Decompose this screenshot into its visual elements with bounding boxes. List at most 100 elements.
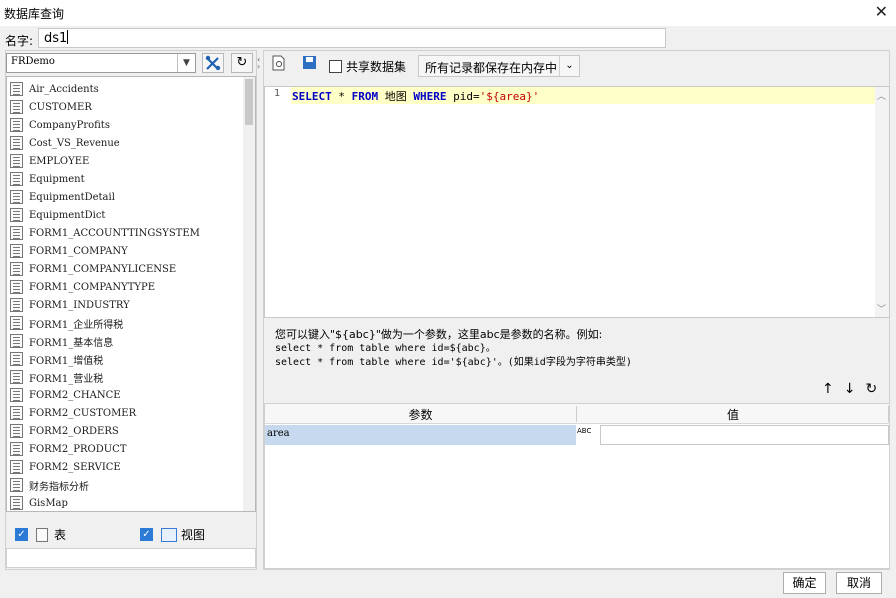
chevron-down-icon[interactable]: ﹀	[877, 302, 886, 315]
param-name-cell[interactable]: area	[265, 425, 576, 445]
refresh-icon[interactable]: ↻	[865, 381, 877, 397]
preview-button[interactable]	[268, 55, 290, 75]
table-icon	[10, 262, 23, 276]
list-item[interactable]: FORM1_INDUSTRY	[10, 296, 244, 314]
sql-editor[interactable]: 1 SELECT * FROM 地图 WHERE pid='${area}' ︿…	[264, 86, 890, 318]
col-param: 参数	[408, 408, 433, 422]
save-button[interactable]	[299, 55, 321, 75]
list-item[interactable]: FORM1_ACCOUNTTINGSYSTEM	[10, 224, 244, 242]
table-name: GisMap	[29, 497, 68, 509]
list-item[interactable]: EquipmentDict	[10, 206, 244, 224]
list-item[interactable]: FORM2_CUSTOMER	[10, 404, 244, 422]
list-item[interactable]: FORM1_营业税	[10, 368, 244, 386]
param-table: 参数 值 area ABC	[264, 403, 890, 569]
list-item[interactable]: CUSTOMER	[10, 98, 244, 116]
hint-line-3: select * from table where id='${abc}'。(如…	[275, 357, 632, 368]
hint-line-1: 您可以键入"${abc}"做为一个参数，这里abc是参数的名称。例如:	[275, 328, 603, 341]
ok-button[interactable]: 确定	[783, 572, 826, 594]
list-item[interactable]: FORM1_COMPANYLICENSE	[10, 260, 244, 278]
view-checkbox[interactable]: ✓	[140, 528, 153, 541]
kw-from: FROM	[351, 90, 379, 103]
arrow-down-icon[interactable]: ↓	[844, 381, 856, 397]
list-item[interactable]: FORM1_企业所得税	[10, 314, 244, 332]
close-icon[interactable]: ✕	[875, 2, 888, 21]
table-name: EquipmentDict	[29, 209, 106, 221]
refresh-icon: ↻	[236, 55, 248, 70]
list-item[interactable]: Equipment	[10, 170, 244, 188]
list-item[interactable]: FORM2_ORDERS	[10, 422, 244, 440]
name-input-value: ds1	[44, 31, 68, 46]
table-icon	[10, 82, 23, 96]
table-name: FORM1_COMPANYLICENSE	[29, 263, 177, 275]
list-item[interactable]: FORM1_COMPANY	[10, 242, 244, 260]
list-item[interactable]: GisMap	[10, 494, 244, 511]
table-icon	[10, 154, 23, 168]
sql-table: 地图	[378, 90, 414, 103]
table-name: FORM1_增值税	[29, 355, 104, 367]
editor-scrollbar[interactable]: ︿ ﹀	[875, 87, 889, 317]
arrow-up-icon[interactable]: ↑	[822, 381, 834, 397]
list-item[interactable]: 财务指标分析	[10, 476, 244, 494]
table-icon	[10, 334, 23, 348]
type-abc-icon[interactable]: ABC	[577, 426, 599, 444]
table-icon	[10, 172, 23, 186]
table-list-scrollbar[interactable]	[243, 77, 255, 511]
share-label: 共享数据集	[346, 59, 407, 74]
chevron-down-icon[interactable]: ⌄	[559, 56, 579, 76]
list-item[interactable]: FORM1_增值税	[10, 350, 244, 368]
param-value-input[interactable]	[600, 425, 889, 445]
list-item[interactable]: Cost_VS_Revenue	[10, 134, 244, 152]
name-input[interactable]: ds1	[38, 28, 666, 48]
list-item[interactable]: FORM2_CHANCE	[10, 386, 244, 404]
sql-cond: pid=	[446, 90, 480, 103]
table-name: FORM2_CUSTOMER	[29, 407, 137, 419]
table-name: EquipmentDetail	[29, 191, 115, 203]
list-item[interactable]: FORM2_SERVICE	[10, 458, 244, 476]
table-name: FORM1_INDUSTRY	[29, 299, 130, 311]
filter-table[interactable]: ✓ 表	[15, 526, 66, 543]
table-name: FORM1_企业所得税	[29, 319, 124, 331]
title-bar: 数据库查询 ✕	[0, 0, 896, 26]
list-item[interactable]: EMPLOYEE	[10, 152, 244, 170]
sql-param: '${area}'	[479, 90, 540, 103]
table-name: FORM2_PRODUCT	[29, 443, 127, 455]
list-item[interactable]: FORM1_COMPANYTYPE	[10, 278, 244, 296]
table-icon	[10, 496, 23, 510]
connection-tools-button[interactable]	[202, 53, 224, 73]
table-icon	[10, 442, 23, 456]
list-item[interactable]: FORM2_PRODUCT	[10, 440, 244, 458]
table-checkbox[interactable]: ✓	[15, 528, 28, 541]
list-item[interactable]: FORM1_基本信息	[10, 332, 244, 350]
table-icon	[10, 208, 23, 222]
splitter-handle[interactable]: ‹ ›	[257, 56, 262, 71]
table-name: 财务指标分析	[29, 481, 89, 493]
window-title: 数据库查询	[4, 7, 65, 21]
list-item[interactable]: CompanyProfits	[10, 116, 244, 134]
name-label: 名字:	[5, 34, 34, 48]
table-name: EMPLOYEE	[29, 155, 90, 167]
datasource-select[interactable]: FRDemo ▼	[6, 53, 196, 73]
line-gutter: 1	[265, 87, 291, 317]
list-item[interactable]: EquipmentDetail	[10, 188, 244, 206]
share-dataset[interactable]: 共享数据集	[329, 55, 406, 77]
table-name: Cost_VS_Revenue	[29, 137, 120, 149]
share-checkbox[interactable]	[329, 59, 342, 73]
refresh-tables-button[interactable]: ↻	[231, 53, 253, 73]
save-icon	[303, 56, 316, 69]
sql-code[interactable]: SELECT * FROM 地图 WHERE pid='${area}'	[292, 88, 539, 104]
table-name: FORM2_CHANCE	[29, 389, 121, 401]
col-value: 值	[726, 408, 739, 422]
table-row[interactable]: area ABC	[265, 425, 889, 445]
list-item[interactable]: Air_Accidents	[10, 80, 244, 98]
table-icon	[10, 280, 23, 294]
chevron-down-icon[interactable]: ▼	[177, 54, 195, 72]
table-search-input[interactable]	[6, 548, 256, 568]
table-icon	[10, 316, 23, 330]
table-name: CompanyProfits	[29, 119, 110, 131]
cancel-button[interactable]: 取消	[836, 572, 882, 594]
filter-view[interactable]: ✓ 视图	[140, 526, 205, 543]
preview-icon	[272, 55, 285, 71]
table-list[interactable]: Air_Accidents CUSTOMER CompanyProfits Cost_…	[6, 76, 256, 512]
memory-select[interactable]: 所有记录都保存在内存中 ⌄	[418, 55, 580, 77]
chevron-up-icon[interactable]: ︿	[877, 89, 886, 102]
